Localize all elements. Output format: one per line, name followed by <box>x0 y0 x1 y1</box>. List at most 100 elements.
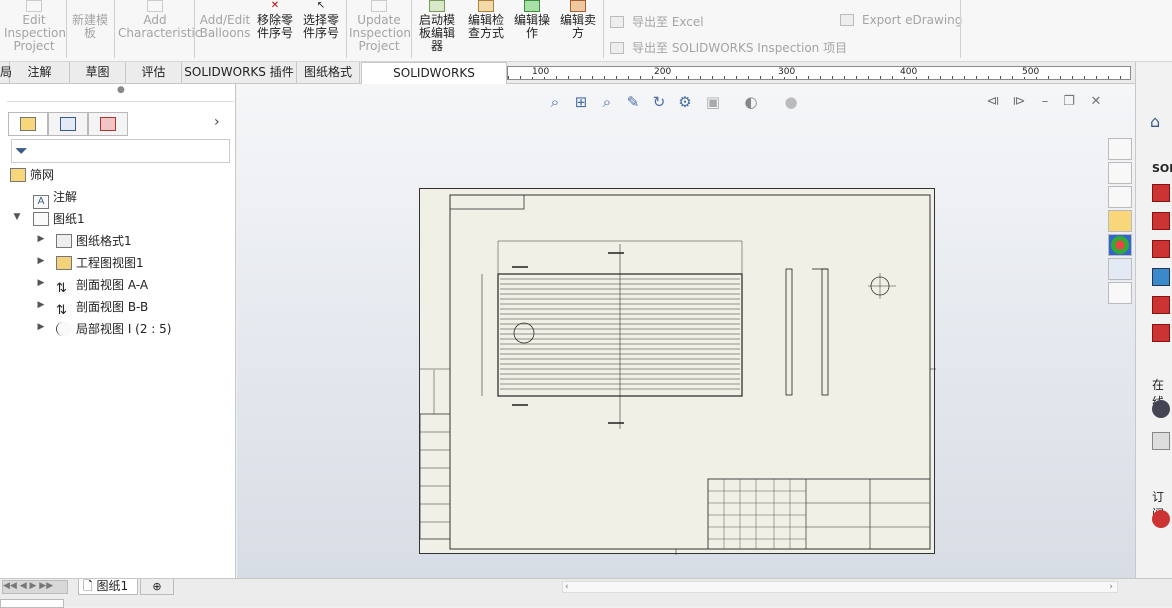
restore-icon[interactable]: ❐ <box>1062 95 1076 109</box>
expand-arrow-right-icon[interactable]: ▶ <box>36 234 46 244</box>
update-project-icon <box>371 0 387 12</box>
zoom-icon[interactable]: ⌕ <box>598 93 616 111</box>
tab-annotation[interactable]: 注解 <box>10 62 70 84</box>
zoom-to-area-icon[interactable]: ⊞ <box>572 93 590 111</box>
launch-template-editor-button[interactable]: 启动模 板编辑 器 <box>414 0 460 60</box>
community-icon[interactable] <box>1152 268 1170 286</box>
command-manager-ribbon: Edit Inspection Project 新建模 板 Add Charac… <box>0 0 1172 62</box>
detail-view-icon <box>56 322 72 336</box>
solidworks-icon[interactable] <box>1152 324 1170 342</box>
ribbon-separator <box>114 0 115 58</box>
select-balloon-button[interactable]: ↖ 选择零 件序号 <box>300 0 342 60</box>
tree-item-annotations[interactable]: A 注解 <box>33 187 77 209</box>
export-edrawing-button[interactable]: Export eDrawing <box>840 13 962 27</box>
subscription-icon[interactable] <box>1152 510 1170 528</box>
tab-display-manager[interactable] <box>88 112 128 136</box>
sheet-format-icon <box>56 234 72 248</box>
next-sheet-icon[interactable]: ⧐ <box>1012 95 1026 109</box>
tree-item-sheet-format[interactable]: 图纸格式1 <box>56 231 132 251</box>
expand-arrow-right-icon[interactable]: ▶ <box>36 256 46 266</box>
tab-property-manager[interactable] <box>48 112 88 136</box>
edrawing-icon <box>840 14 854 26</box>
drawing-sheet[interactable] <box>419 188 936 555</box>
tab-sheet-format[interactable]: 图纸格式 <box>297 62 360 84</box>
expand-arrow-right-icon[interactable]: ▶ <box>36 300 46 310</box>
horizontal-scrollbar[interactable]: ‹ › <box>562 581 1118 593</box>
filter-field[interactable]: ⏷ <box>11 139 230 163</box>
edit-inspection-project-button[interactable]: Edit Inspection Project <box>4 0 66 60</box>
solidworks-icon[interactable] <box>1152 212 1170 230</box>
expand-arrow-right-icon[interactable]: ▶ <box>36 322 46 332</box>
add-sheet-icon: ⊕ <box>152 580 162 593</box>
tab-feature-manager[interactable] <box>8 112 48 136</box>
minimize-icon[interactable]: – <box>1038 95 1052 109</box>
select-balloon-icon: ↖ <box>316 0 326 11</box>
add-edit-balloons-button[interactable]: Add/Edit Balloons <box>198 0 252 60</box>
view-settings-icon[interactable]: ⚙ <box>676 93 694 111</box>
tree-root-drawing[interactable]: 筛网 <box>10 165 54 185</box>
edit-inspection-method-button[interactable]: 编辑检 查方式 <box>464 0 508 60</box>
tree-item-section-view-bb[interactable]: ⇅ 剖面视图 B-B <box>56 297 148 318</box>
export-project-icon <box>610 42 624 54</box>
home-icon[interactable]: ⌂ <box>1150 112 1168 131</box>
sheet-navigation-buttons[interactable]: ◀◀ ◀ ▶ ▶▶ <box>2 580 68 594</box>
appearances-icon[interactable] <box>1108 234 1132 256</box>
solidworks-icon[interactable] <box>1152 184 1170 202</box>
drawing-icon <box>10 168 26 182</box>
tree-item-section-view-aa[interactable]: ⇅ 剖面视图 A-A <box>56 275 148 296</box>
view-orientation-icon[interactable]: ▣ <box>704 93 722 111</box>
close-icon[interactable]: ✕ <box>1089 95 1103 109</box>
hide-show-items-icon[interactable]: ◐ <box>742 93 760 111</box>
tab-evaluate[interactable]: 评估 <box>126 62 182 84</box>
design-library-icon[interactable] <box>1108 210 1132 232</box>
globe-icon[interactable] <box>1152 400 1170 418</box>
sheet-icon <box>33 212 49 226</box>
sheet-tab-active[interactable]: 🗋 图纸1 <box>78 579 138 595</box>
export-inspection-project-button[interactable]: 导出至 SOLIDWORKS Inspection 项目 <box>610 39 847 56</box>
solidworks-icon[interactable] <box>1152 240 1170 258</box>
ribbon-separator <box>194 0 195 58</box>
tree-item-sheet1[interactable]: 图纸1 <box>33 209 85 229</box>
tree-item-drawing-view1[interactable]: 工程图视图1 <box>56 253 144 273</box>
rotate-icon[interactable]: ↻ <box>650 93 668 111</box>
tab-solidworks-inspection[interactable]: SOLIDWORKS Inspection <box>361 62 507 101</box>
tree-item-detail-view[interactable]: 局部视图 I (2 : 5) <box>56 319 171 339</box>
home-icon[interactable] <box>1108 138 1132 160</box>
panel-grip[interactable]: ● <box>7 85 234 102</box>
open-folder-icon[interactable] <box>1108 186 1132 208</box>
ribbon-separator <box>346 0 347 58</box>
sheet-icon: 🗋 <box>83 579 93 593</box>
update-inspection-project-button[interactable]: Update Inspection Project <box>349 0 411 60</box>
edit-project-icon <box>26 0 42 12</box>
3d-view-icon[interactable] <box>1108 162 1132 184</box>
forum-icon[interactable] <box>1108 282 1132 304</box>
inspection-method-icon <box>478 0 494 12</box>
new-template-button[interactable]: 新建模 板 <box>68 0 112 60</box>
solidworks-icon[interactable] <box>1152 296 1170 314</box>
tab-layout[interactable]: 局 <box>0 62 12 84</box>
chevron-right-icon[interactable]: › <box>214 114 220 130</box>
handshake-icon[interactable] <box>1152 432 1170 450</box>
new-template-icon <box>82 0 98 12</box>
tab-sketch[interactable]: 草图 <box>70 62 126 84</box>
previous-view-icon[interactable]: ✎ <box>624 93 642 111</box>
expand-arrow-down-icon[interactable]: ▼ <box>12 212 22 222</box>
add-characteristic-icon <box>147 0 163 12</box>
edit-operation-button[interactable]: 编辑操 作 <box>510 0 554 60</box>
add-characteristic-button[interactable]: Add Characteristic <box>118 0 201 60</box>
ruler-label: 400 <box>900 67 918 77</box>
export-excel-button[interactable]: 导出至 Excel <box>610 13 704 30</box>
operation-icon <box>524 0 540 12</box>
vendor-icon <box>570 0 586 12</box>
ribbon-separator <box>960 0 961 58</box>
remove-balloon-button[interactable]: ✕ 移除零 件序号 <box>254 0 296 60</box>
zoom-to-fit-icon[interactable]: ⌕ <box>546 93 564 111</box>
edit-vendor-button[interactable]: 编辑卖 方 <box>556 0 600 60</box>
previous-sheet-icon[interactable]: ⧏ <box>986 95 1000 109</box>
expand-arrow-right-icon[interactable]: ▶ <box>36 278 46 288</box>
properties-icon[interactable] <box>1108 258 1132 280</box>
ribbon-separator <box>603 0 604 58</box>
appearance-icon[interactable]: ● <box>782 93 800 111</box>
add-sheet-button[interactable]: ⊕ <box>140 579 174 595</box>
tab-solidworks-addins[interactable]: SOLIDWORKS 插件 <box>182 62 297 84</box>
